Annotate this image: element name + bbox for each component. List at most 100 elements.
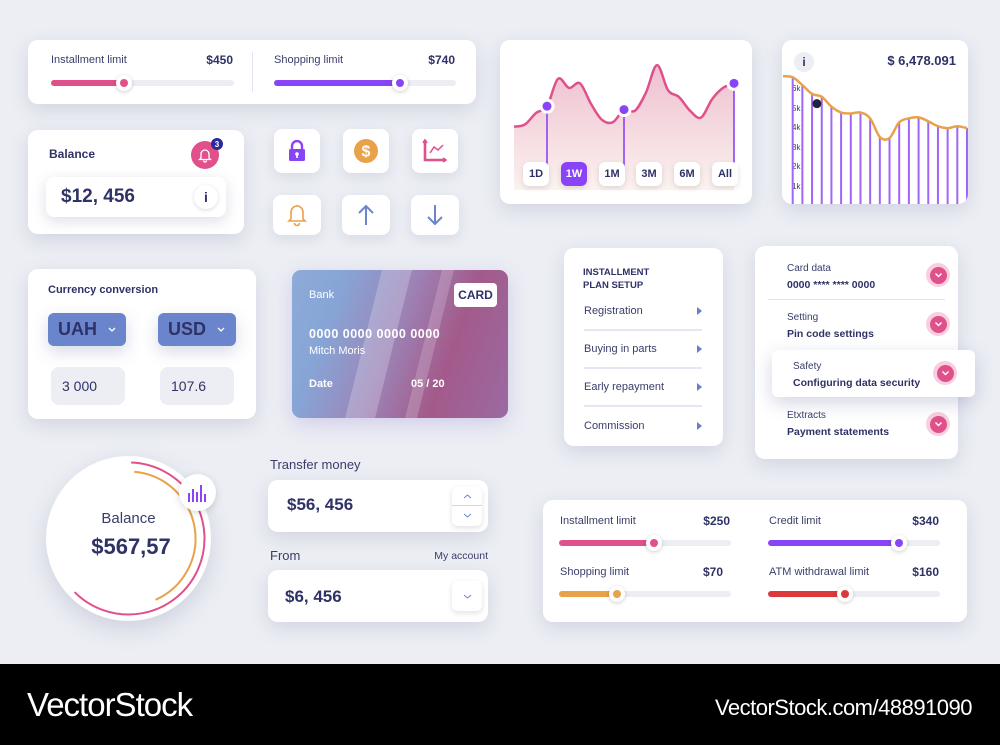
- menu-item-commission[interactable]: Commission: [584, 407, 702, 445]
- balance-amount: $12, 456: [61, 186, 135, 207]
- bank-card[interactable]: Bank CARD 0000 0000 0000 0000 Mitch Mori…: [292, 270, 508, 418]
- data-point: [729, 78, 739, 88]
- transfer-title: Transfer money: [270, 457, 361, 472]
- dollar-coin-icon: $: [354, 139, 378, 163]
- info-button[interactable]: i: [194, 185, 218, 209]
- chart-tile[interactable]: [412, 129, 458, 173]
- slider-thumb[interactable]: [890, 535, 907, 551]
- from-account-select[interactable]: $6, 456: [268, 570, 488, 622]
- triangle-right-icon: [697, 345, 702, 353]
- credit-limit-label: Credit limit: [769, 515, 821, 527]
- slider-thumb[interactable]: [837, 586, 854, 602]
- lock-tile[interactable]: [274, 129, 320, 173]
- installment-limit-slider[interactable]: [559, 535, 731, 551]
- watermark-footer: VectorStock VectorStock.com/48891090: [0, 664, 1000, 745]
- transfer-amount-field[interactable]: $56, 456: [268, 480, 488, 532]
- slider-thumb[interactable]: [391, 75, 408, 91]
- card-badge: CARD: [454, 283, 497, 307]
- amount-stepper[interactable]: [452, 487, 482, 526]
- period-button-all[interactable]: All: [712, 162, 738, 186]
- card-holder: Mitch Moris: [309, 345, 366, 357]
- period-button-1w[interactable]: 1W: [561, 162, 587, 186]
- slider-thumb[interactable]: [645, 535, 662, 551]
- expand-button[interactable]: [926, 412, 950, 436]
- menu-item-label: Registration: [584, 305, 643, 317]
- menu-item-buying-in-parts[interactable]: Buying in parts: [584, 331, 702, 369]
- balance-circle: Balance $567,57: [46, 456, 216, 621]
- arrow-down-icon: [427, 205, 443, 226]
- expand-button[interactable]: [926, 263, 950, 287]
- shopping-limit-value: $70: [702, 565, 723, 579]
- card-stripe: [337, 270, 417, 418]
- menu-title: INSTALLMENT PLAN SETUP: [583, 266, 649, 292]
- account-dropdown-button[interactable]: [452, 581, 482, 611]
- data-point: [542, 101, 552, 111]
- divider: [768, 299, 945, 300]
- bank-name: Bank: [309, 289, 335, 301]
- from-currency-select[interactable]: UAH: [48, 313, 126, 346]
- accordion-subtitle: Safety: [793, 361, 822, 372]
- chevron-down-icon: [934, 273, 942, 278]
- menu-item-early-repayment[interactable]: Early repayment: [584, 369, 702, 407]
- accordion-item-card-data[interactable]: Card data 0000 **** **** 0000: [787, 263, 875, 291]
- slider-thumb[interactable]: [609, 586, 626, 602]
- line-chart-icon: [422, 138, 448, 163]
- menu-item-label: Buying in parts: [584, 343, 657, 355]
- accordion-item-safety-text: Safety Configuring data security: [793, 361, 920, 389]
- from-amount: $6, 456: [285, 587, 342, 606]
- decrement-button[interactable]: [452, 506, 482, 525]
- chevron-down-icon: [463, 594, 471, 599]
- menu-item-label: Commission: [584, 420, 645, 432]
- dollar-tile[interactable]: $: [343, 129, 389, 173]
- credit-limit-value: $340: [912, 514, 939, 528]
- menu-title-line: PLAN SETUP: [583, 280, 644, 291]
- increment-button[interactable]: [452, 487, 482, 506]
- svg-text:$: $: [362, 144, 371, 161]
- accordion-subtitle: Card data: [787, 263, 831, 274]
- arrow-up-tile[interactable]: [342, 195, 390, 235]
- installment-limit-label: Installment limit: [51, 54, 127, 66]
- period-button-6m[interactable]: 6M: [674, 162, 700, 186]
- from-amount-input[interactable]: [51, 367, 125, 405]
- atm-withdrawal-limit-slider[interactable]: [768, 586, 940, 602]
- installment-limit-label: Installment limit: [560, 515, 636, 527]
- lock-icon: [289, 140, 305, 161]
- accordion-item-extracts[interactable]: Etxtracts Payment statements: [787, 410, 889, 438]
- accordion-item-setting[interactable]: Setting Pin code settings: [787, 312, 874, 340]
- menu-item-registration[interactable]: Registration: [584, 293, 702, 331]
- chevron-down-icon: [934, 422, 942, 427]
- installment-limit-slider[interactable]: [51, 75, 234, 91]
- balance-circle-amount: $567,57: [91, 534, 171, 559]
- shopping-limit-slider[interactable]: [274, 75, 456, 91]
- accordion-item-safety[interactable]: Safety Configuring data security: [772, 350, 975, 397]
- shopping-limit-label: Shopping limit: [274, 54, 344, 66]
- to-amount-input[interactable]: [160, 367, 234, 405]
- slider-thumb[interactable]: [116, 75, 133, 91]
- shopping-limit-value: $740: [428, 53, 455, 67]
- credit-limit-slider[interactable]: [768, 535, 940, 551]
- balance-card: Balance 3 $12, 456 i: [28, 130, 244, 234]
- shopping-limit-slider[interactable]: [559, 586, 731, 602]
- image-url: VectorStock.com/48891090: [714, 695, 973, 720]
- period-button-1d[interactable]: 1D: [523, 162, 549, 186]
- expand-button[interactable]: [926, 312, 950, 336]
- transfer-amount: $56, 456: [287, 495, 354, 514]
- period-button-3m[interactable]: 3M: [636, 162, 662, 186]
- bell-icon: [287, 205, 307, 227]
- balance-circle-label: Balance: [101, 510, 156, 527]
- stats-button[interactable]: [179, 474, 216, 511]
- installment-plan-menu: INSTALLMENT PLAN SETUP Registration Buyi…: [564, 248, 723, 446]
- expand-button[interactable]: [933, 361, 957, 385]
- arrow-down-tile[interactable]: [411, 195, 459, 235]
- atm-withdrawal-limit-value: $160: [912, 565, 939, 579]
- menu-item-label: Early repayment: [584, 381, 665, 393]
- installment-limit-value: $250: [703, 514, 730, 528]
- bell-tile[interactable]: [273, 195, 321, 235]
- notification-button[interactable]: 3: [191, 138, 223, 169]
- to-currency-select[interactable]: USD: [158, 313, 236, 346]
- bottom-limits-card: Installment limit $250 Credit limit $340…: [543, 500, 967, 622]
- balance-amount-field: $12, 456 i: [46, 177, 226, 217]
- accordion-title: 0000 **** **** 0000: [787, 279, 876, 291]
- brand-logo: VectorStock: [27, 686, 193, 723]
- period-button-1m[interactable]: 1M: [599, 162, 625, 186]
